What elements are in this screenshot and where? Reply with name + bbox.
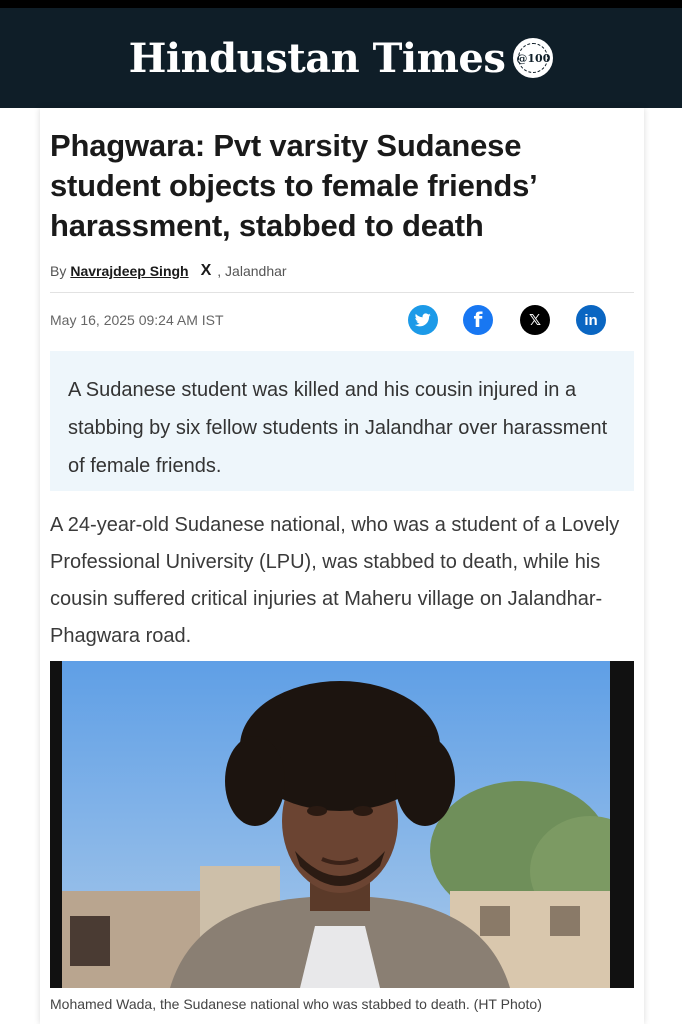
byline: By Navrajdeep Singh X , Jalandhar bbox=[50, 262, 287, 280]
site-header: Hindustan Times @100 bbox=[0, 8, 682, 108]
author-link[interactable]: Navrajdeep Singh bbox=[70, 263, 188, 279]
linkedin-share-button[interactable]: in bbox=[576, 305, 606, 335]
article-summary: A Sudanese student was killed and his co… bbox=[50, 351, 634, 491]
facebook-share-button[interactable]: f bbox=[463, 305, 493, 335]
status-bar bbox=[0, 0, 682, 8]
x-icon: 𝕏 bbox=[528, 312, 542, 329]
byline-location: , Jalandhar bbox=[217, 263, 287, 279]
seal-label: @100 bbox=[516, 51, 551, 65]
author-x-profile-icon[interactable]: X bbox=[201, 262, 212, 280]
portrait-photo-illustration bbox=[50, 661, 634, 988]
byline-prefix: By bbox=[50, 263, 67, 279]
publish-date: May 16, 2025 09:24 AM IST bbox=[50, 312, 224, 328]
facebook-icon: f bbox=[473, 308, 483, 332]
photo-caption: Mohamed Wada, the Sudanese national who … bbox=[50, 996, 542, 1012]
x-share-button[interactable]: 𝕏 bbox=[520, 305, 550, 335]
article-headline: Phagwara: Pvt varsity Sudanese student o… bbox=[50, 128, 536, 243]
article-body-paragraph: A 24-year-old Sudanese national, who was… bbox=[50, 514, 620, 647]
twitter-bird-icon bbox=[415, 313, 431, 327]
linkedin-icon: in bbox=[584, 311, 598, 329]
byline-divider bbox=[50, 292, 634, 293]
centenary-seal-icon: @100 bbox=[513, 38, 554, 78]
site-logo[interactable]: Hindustan Times bbox=[129, 35, 506, 82]
twitter-share-button[interactable] bbox=[408, 305, 438, 335]
article-photo[interactable] bbox=[50, 661, 634, 988]
